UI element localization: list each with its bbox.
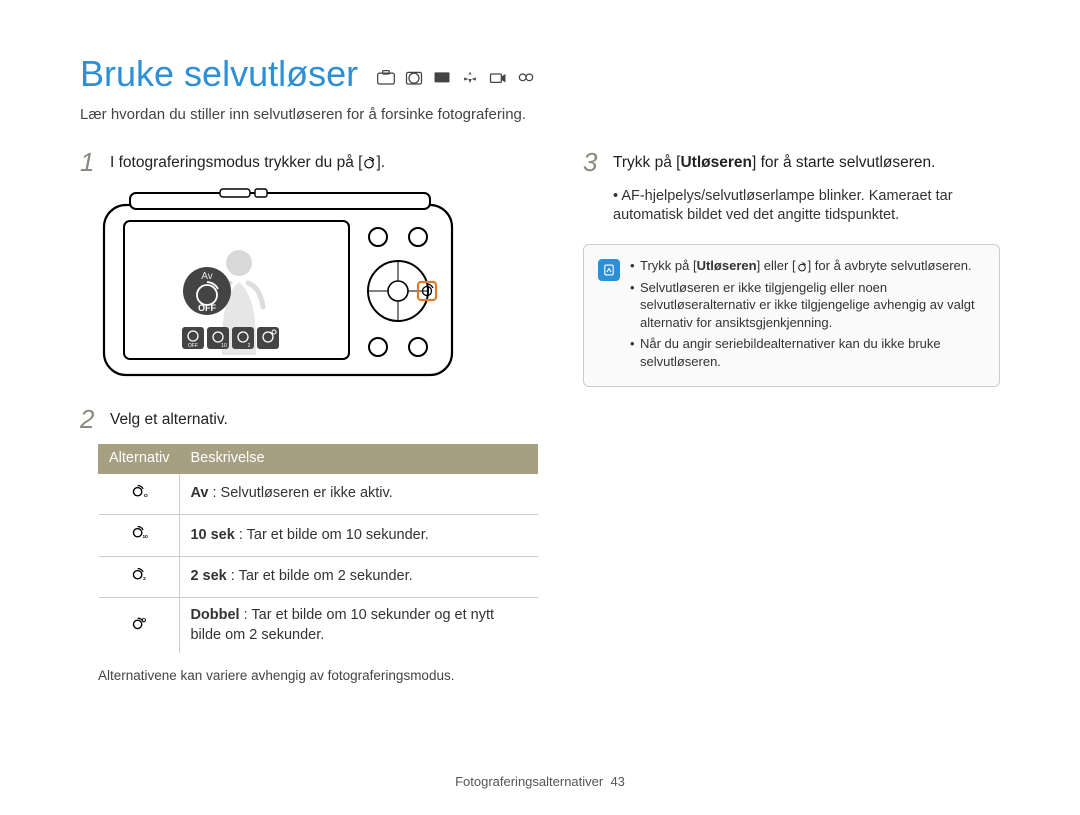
info-item: Når du angir seriebildealternativer kan … (630, 335, 985, 370)
timer-icon (796, 261, 808, 273)
table-row: 10 10 sek : Tar et bilde om 10 sekunder. (99, 515, 538, 557)
table-row: 2 2 sek : Tar et bilde om 2 sekunder. (99, 556, 538, 598)
svg-text:10: 10 (142, 534, 148, 540)
timer-double-icon (99, 598, 180, 654)
svg-text:2: 2 (248, 343, 251, 349)
info-item: Trykk på [Utløseren] eller [] for å avbr… (630, 257, 985, 275)
step-2-text: Velg et alternativ. (110, 406, 228, 432)
step-number-3: 3 (583, 149, 601, 175)
mode-icon-strip (376, 70, 536, 86)
step-number-2: 2 (80, 406, 98, 432)
timer-icon (362, 156, 376, 170)
svg-text:OFF: OFF (188, 343, 198, 349)
mode-icon-smart-movie (516, 70, 536, 86)
svg-text:2: 2 (143, 576, 146, 582)
timer-2-icon: 2 (99, 556, 180, 598)
intro-text: Lær hvordan du stiller inn selvutløseren… (80, 105, 1000, 125)
mode-icon-smart-auto (376, 70, 396, 86)
table-row: OFF Av : Selvutløseren er ikke aktiv. (99, 473, 538, 515)
svg-text:OFF: OFF (144, 493, 148, 499)
page-footer: Fotograferingsalternativer 43 (0, 773, 1080, 791)
step-3-text: Trykk på [Utløseren] for å starte selvut… (613, 149, 935, 175)
overlay-state: OFF (198, 303, 216, 313)
step-3-bullet: AF-hjelpelys/selvutløserlampe blinker. K… (613, 187, 1000, 226)
step-1-text: I fotograferingsmodus trykker du på []. (110, 149, 385, 175)
mode-icon-scene (432, 70, 452, 86)
th-alternativ: Alternativ (99, 445, 180, 474)
timer-off-icon: OFF (99, 473, 180, 515)
svg-text:10: 10 (221, 343, 227, 349)
table-footnote: Alternativene kan variere avhengig av fo… (98, 667, 538, 685)
info-item: Selvutløseren er ikke tilgjengelig eller… (630, 279, 985, 332)
table-row: Dobbel : Tar et bilde om 10 sekunder og … (99, 598, 538, 654)
options-table: Alternativ Beskrivelse OFF Av : Selvutlø… (98, 444, 538, 653)
step-number-1: 1 (80, 149, 98, 175)
mode-icon-movie (488, 70, 508, 86)
camera-illustration: Av OFF OFF 10 2 (100, 187, 538, 388)
th-beskrivelse: Beskrivelse (180, 445, 538, 474)
overlay-label: Av (201, 271, 213, 282)
page-title: Bruke selvutløser (80, 50, 358, 99)
mode-icon-dual-is (460, 70, 480, 86)
mode-icon-program (404, 70, 424, 86)
info-icon (598, 259, 620, 281)
info-box: Trykk på [Utløseren] eller [] for å avbr… (583, 244, 1000, 387)
timer-10-icon: 10 (99, 515, 180, 557)
